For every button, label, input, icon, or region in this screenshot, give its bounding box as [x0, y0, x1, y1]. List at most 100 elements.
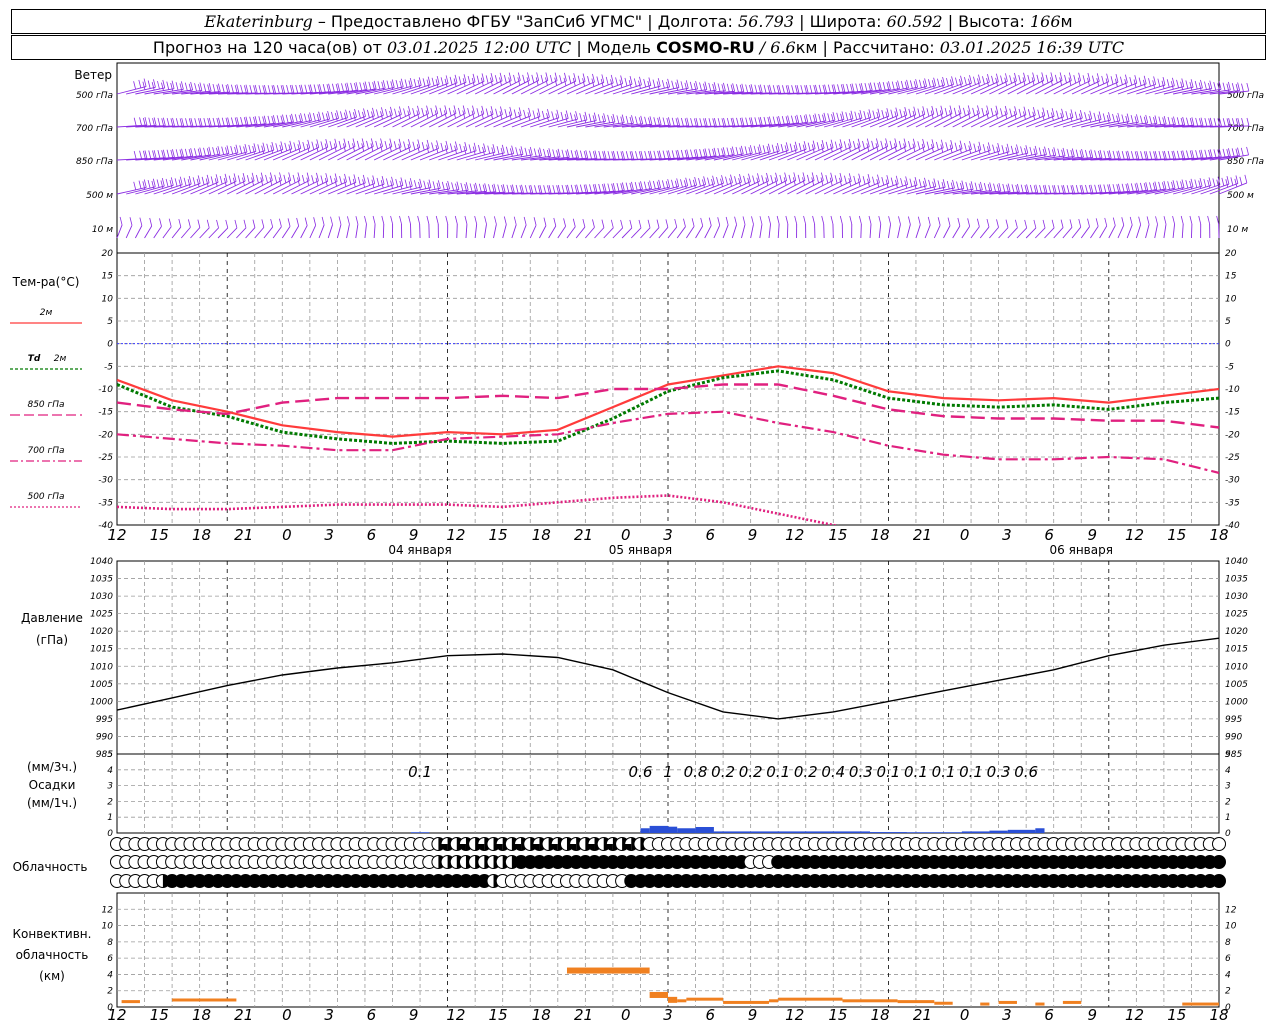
- wind-barb-flag: [1112, 217, 1116, 226]
- wind-barb-flag: [690, 149, 693, 158]
- wind-barb-flag: [918, 179, 922, 188]
- wind-barb-flag: [987, 74, 990, 83]
- wind-barb-flag: [1240, 147, 1244, 156]
- wind-barb-flag: [937, 180, 941, 189]
- wind-barb-flag: [210, 176, 214, 185]
- pressure-ytick-left: 1010: [90, 662, 113, 672]
- wind-barb-flag: [695, 80, 698, 90]
- wind-barb-flag: [1033, 219, 1037, 229]
- wind-barb-flag: [364, 81, 368, 90]
- wind-barb-flag: [399, 180, 403, 190]
- wind-barb-flag: [634, 181, 638, 191]
- wind-barb-flag: [689, 81, 693, 90]
- wind-barb-flag: [464, 215, 468, 225]
- wind-barb-flag: [454, 74, 458, 83]
- wind-barb-flag: [426, 79, 430, 88]
- wind-barb-flag: [1222, 118, 1226, 127]
- wind-barb-flag: [1167, 116, 1171, 126]
- wind-barb-flag: [1182, 116, 1186, 126]
- wind-barb-flag: [540, 74, 544, 84]
- wind-barb-flag: [533, 217, 537, 226]
- wind-barb: [1016, 227, 1028, 239]
- wind-barb-flag: [1091, 75, 1095, 84]
- wind-barb-flag: [982, 144, 986, 153]
- wind-barb-flag: [827, 84, 831, 93]
- wind-barb-flag: [1163, 216, 1167, 225]
- wind-barb-flag: [430, 107, 434, 117]
- cloud-symbol-full: [1212, 874, 1226, 888]
- wind-barb-flag: [338, 216, 342, 225]
- wind-barb-flag: [855, 83, 859, 92]
- precip-3h-sum: 1: [663, 763, 673, 781]
- pressure-ytick-left: 1035: [90, 575, 113, 585]
- wind-barb-flag: [736, 84, 739, 93]
- wind-barb-flag: [1231, 83, 1235, 92]
- wind-barb-flag: [266, 143, 270, 152]
- wind-barb-flag: [644, 150, 648, 160]
- wind-barb-flag: [147, 179, 151, 189]
- wind-barb-flag: [523, 216, 527, 226]
- wind-barb-flag: [143, 179, 147, 188]
- wind-barb-flag: [789, 143, 793, 152]
- wind-barb-flag: [1145, 182, 1149, 191]
- wind-barb-flag: [456, 181, 460, 190]
- wind-barb-flag: [954, 142, 958, 151]
- wind-barb-flag: [246, 175, 250, 184]
- wind-barb-flag: [194, 118, 198, 127]
- wind-barb-flag: [380, 111, 383, 120]
- wind-barb-flag: [937, 217, 941, 226]
- wind-barb-flag: [492, 144, 496, 153]
- wind-barb-flag: [950, 182, 954, 191]
- wind-barb-flag: [1216, 179, 1220, 188]
- wind-barb-flag: [288, 144, 292, 153]
- pressure-ytick-left: 990: [96, 732, 113, 742]
- wind-barb-flag: [143, 78, 147, 87]
- wind-barb-flag: [194, 148, 197, 157]
- hour-tick-label: 15: [1167, 526, 1186, 544]
- hour-tick-label: 0: [621, 526, 631, 544]
- wind-barb-flag: [413, 78, 417, 88]
- wind-barb-flag: [577, 75, 581, 84]
- wind-barb-flag: [797, 174, 801, 183]
- wind-barb-flag: [249, 116, 253, 125]
- wind-barb-flag: [142, 81, 146, 90]
- wind-barb-flag: [478, 183, 482, 192]
- wind-barb-flag: [881, 110, 885, 119]
- wind-barb-flag: [850, 110, 854, 119]
- wind-barb-flag: [501, 144, 505, 153]
- wind-barb-flag: [1216, 215, 1220, 225]
- hour-tick-label: 21: [234, 526, 253, 544]
- hour-tick-label: 12: [107, 526, 126, 544]
- precip-3h-sum: 0.4: [821, 763, 845, 781]
- wind-barb-flag: [665, 219, 669, 228]
- wind-barb-flag: [981, 107, 985, 117]
- wind-barb-flag: [385, 108, 388, 118]
- wind-barb-flag: [279, 218, 282, 227]
- wind-barb-flag: [1120, 76, 1123, 85]
- wind-barb-flag: [662, 180, 665, 189]
- wind-barb-flag: [240, 84, 243, 94]
- precip-bar: [668, 826, 678, 833]
- wind-barb-flag: [812, 215, 815, 225]
- wind-barb-flag: [961, 180, 965, 189]
- wind-barb-flag: [680, 81, 684, 90]
- wind-barb-flag: [509, 148, 513, 157]
- wind-barb-flag: [437, 180, 441, 189]
- wind-barb-flag: [1153, 76, 1156, 85]
- pressure-ytick-left: 1015: [90, 645, 113, 655]
- wind-barb-flag: [800, 85, 804, 94]
- wind-barb-flag: [371, 111, 374, 120]
- wind-barb-flag: [625, 115, 629, 125]
- temp-ytick-right: 20: [1225, 249, 1237, 259]
- wind-barb-flag: [877, 82, 881, 92]
- wind-barb-flag: [899, 109, 903, 118]
- wind-barb-flag: [936, 141, 939, 151]
- wind-barb-flag: [825, 141, 829, 150]
- wind-barb-flag: [549, 74, 553, 84]
- wind-barb-flag: [805, 114, 809, 123]
- wind-barb-flag: [1093, 112, 1097, 121]
- wind-barb-flag: [638, 219, 642, 229]
- wind-barb-flag: [656, 219, 660, 228]
- wind-barb-flag: [970, 181, 974, 190]
- wind-barb-flag: [937, 78, 940, 87]
